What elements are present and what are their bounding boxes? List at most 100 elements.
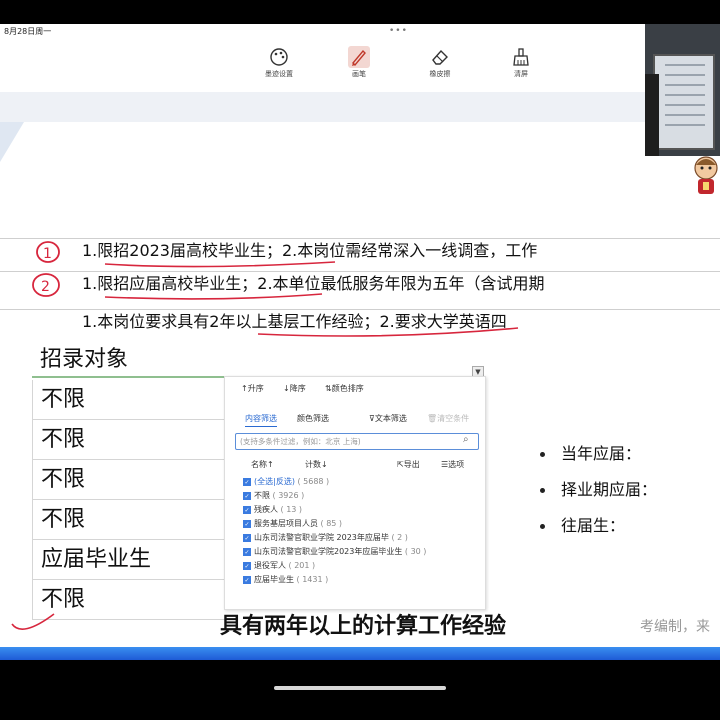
clear-screen-button[interactable]: 清屏 [491,46,551,79]
list-item[interactable]: ✓ 服务基层项目人员 ( 85 ) [243,517,342,530]
mascot-icon [694,156,718,194]
row-text: 1.限招应届高校毕业生；2.本单位最低服务年限为五年（含试用期 [82,274,545,293]
checkbox-checked-icon[interactable]: ✓ [243,561,251,570]
sort-asc-label: 升序 [247,384,264,393]
bullet-text: 当年应届： [561,444,642,463]
text-filter-label: 文本筛选 [374,414,407,423]
clear-conditions-button[interactable]: 🗑清空条件 [427,413,469,424]
status-date: 8月28日周一 [4,27,52,36]
list-item[interactable]: ✓ 山东司法警官职业学院2023年应届毕业生 ( 30 ) [243,545,426,558]
eraser-label: 橡皮擦 [429,70,451,78]
options-button[interactable]: ☰选项 [441,459,464,470]
tab-content-filter[interactable]: 内容筛选 [245,413,277,427]
table-row: 1.限招2023届高校毕业生；2.本岗位需经常深入一线调查，工作 [0,238,720,262]
slide-header-band [0,92,645,122]
item-count: ( 13 ) [280,505,303,514]
ink-settings-label: 墨迹设置 [265,70,293,78]
bullet-item: 当年应届： [540,440,710,476]
sort-color-label: 颜色排序 [331,384,364,393]
sort-asc-button[interactable]: ↑升序 [241,383,264,394]
broom-icon [513,48,529,66]
checkbox-checked-icon[interactable]: ✓ [243,491,251,500]
clear-conditions-label: 清空条件 [437,414,470,423]
item-count: ( 5688 ) [297,477,330,486]
eraser-icon [432,49,448,65]
bullet-dot-icon [540,488,545,493]
video-subtitle: 具有两年以上的计算工作经验 [220,614,507,639]
bullet-list: 当年应届： 择业期应届： 往届生： [540,440,710,548]
col-name-sort[interactable]: 名称↑ [251,459,274,470]
webcam-person [645,74,659,156]
item-label: 山东司法警官职业学院2023年应届毕业生 [254,547,403,556]
table-cell[interactable]: 不限 [32,380,227,420]
item-count: ( 201 ) [288,561,316,570]
table-cell[interactable]: 不限 [32,460,227,500]
item-label: (全选|反选) [254,477,295,486]
list-item[interactable]: ✓ 不限 ( 3926 ) [243,489,304,502]
ink-check-stroke [11,613,55,630]
text-filter-button[interactable]: ⊽文本筛选 [369,413,407,424]
bullet-text: 择业期应届： [561,480,658,499]
item-count: ( 1431 ) [296,575,329,584]
table-cell[interactable]: 不限 [32,420,227,460]
checkbox-checked-icon[interactable]: ✓ [243,547,251,556]
watermark-text: 考编制，来 [640,619,710,635]
recruit-target-column: 招录对象 不限 不限 不限 不限 应届毕业生 不限 [32,342,227,622]
list-item[interactable]: ✓ (全选|反选) ( 5688 ) [243,475,329,488]
row-text: 1.限招2023届高校毕业生；2.本岗位需经常深入一线调查，工作 [82,241,538,260]
status-bar [0,24,720,40]
search-icon[interactable]: ⌕ [463,434,469,445]
bullet-item: 择业期应届： [540,476,710,512]
item-label: 服务基层项目人员 [254,519,318,528]
sort-color-button[interactable]: ⇅颜色排序 [325,383,364,394]
item-label: 应届毕业生 [254,575,294,584]
item-label: 退役军人 [254,561,286,570]
checkbox-checked-icon[interactable]: ✓ [243,505,251,514]
filter-search-input[interactable]: (支持多条件过滤，例如：北京 上海) [235,433,479,450]
item-count: ( 30 ) [404,547,427,556]
checkbox-checked-icon[interactable]: ✓ [243,575,251,584]
column-header[interactable]: 招录对象 [32,342,227,378]
item-count: ( 3926 ) [272,491,305,500]
list-item[interactable]: ✓ 退役军人 ( 201 ) [243,559,315,572]
list-item[interactable]: ✓ 应届毕业生 ( 1431 ) [243,573,328,586]
checkbox-checked-icon[interactable]: ✓ [243,477,251,486]
item-count: ( 85 ) [320,519,343,528]
col-count-sort[interactable]: 计数↓ [305,459,328,470]
filter-tabs: 内容筛选 颜色筛选 ⊽文本筛选 🗑清空条件 [241,413,481,427]
palette-icon [270,48,288,66]
home-indicator[interactable] [274,686,446,690]
bullet-dot-icon [540,524,545,529]
table-cell[interactable]: 不限 [32,500,227,540]
checkbox-checked-icon[interactable]: ✓ [243,519,251,528]
list-item[interactable]: ✓ 山东司法警官职业学院 2023年应届毕 ( 2 ) [243,531,408,544]
pen-button[interactable]: 画笔 [329,46,389,79]
list-item[interactable]: ✓ 残疾人 ( 13 ) [243,503,302,516]
slide-footer-bar [0,647,720,660]
bullet-item: 往届生： [540,512,710,548]
item-label: 山东司法警官职业学院 2023年应届毕 [254,533,389,542]
tab-color-filter[interactable]: 颜色筛选 [297,413,329,424]
trash-icon: 🗑 [427,414,438,423]
window-menu-dots[interactable]: ••• [389,26,408,36]
row-text: 1.本岗位要求具有2年以上基层工作经验；2.要求大学英语四 [82,312,507,331]
screen: 8月28日周一 ••• 墨迹设置 画笔 橡皮擦 清屏 1.限招2023届高校毕业… [0,0,720,720]
sort-desc-button[interactable]: ↓降序 [283,383,306,394]
eraser-button[interactable]: 橡皮擦 [410,46,470,79]
webcam-overlay [645,24,720,156]
sort-bar: ↑升序 ↓降序 ⇅颜色排序 [241,383,481,397]
item-label: 不限 [254,491,270,500]
slide-corner-decoration [0,122,24,162]
export-button[interactable]: ⇱导出 [397,459,420,470]
export-label: 导出 [403,460,420,469]
table-cell[interactable]: 不限 [32,580,227,620]
bullet-dot-icon [540,452,545,457]
checkbox-checked-icon[interactable]: ✓ [243,533,251,542]
table-row: 1.限招应届高校毕业生；2.本单位最低服务年限为五年（含试用期 [0,271,720,295]
bullet-text: 往届生： [561,516,626,535]
ink-settings-button[interactable]: 墨迹设置 [249,46,309,79]
options-label: 选项 [448,460,465,469]
sort-desc-label: 降序 [289,384,306,393]
table-cell[interactable]: 应届毕业生 [32,540,227,580]
filter-panel: ↑升序 ↓降序 ⇅颜色排序 内容筛选 颜色筛选 ⊽文本筛选 🗑清空条件 (支持多… [224,376,486,610]
